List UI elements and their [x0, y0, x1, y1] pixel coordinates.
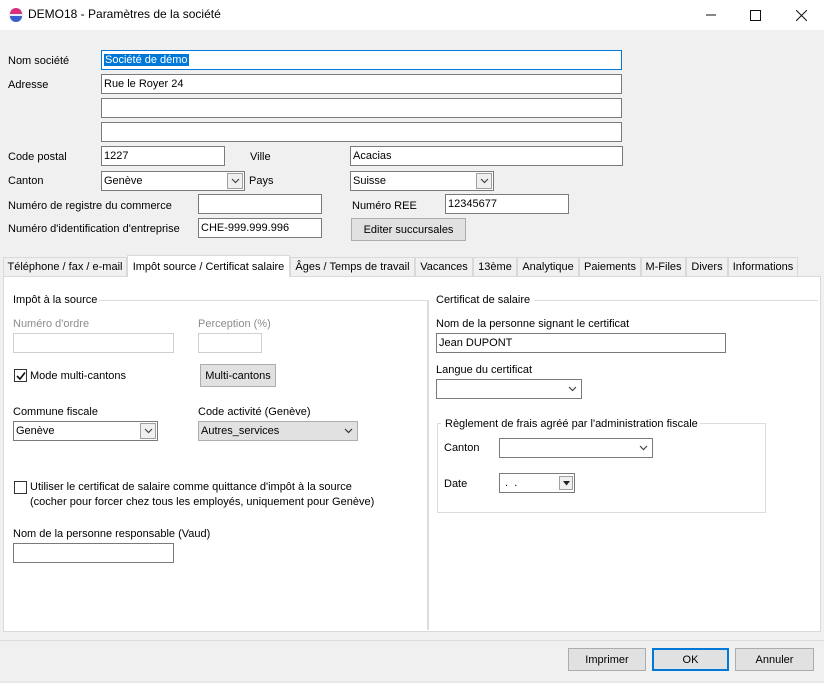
tab-vacances[interactable]: Vacances — [415, 257, 473, 276]
tab-impot-source[interactable]: Impôt source / Certificat salaire — [127, 255, 290, 277]
maximize-icon — [749, 9, 761, 21]
adresse-label: Adresse — [8, 79, 49, 91]
reglement-title: Règlement de frais agréé par l'administr… — [443, 417, 700, 431]
canton-label: Canton — [8, 175, 44, 187]
perception-input[interactable] — [198, 333, 262, 353]
ville-input[interactable]: Acacias — [350, 146, 623, 166]
responsable-input[interactable] — [13, 543, 174, 563]
reglement-canton-select[interactable] — [499, 438, 653, 458]
imprimer-button[interactable]: Imprimer — [568, 648, 646, 671]
close-button[interactable] — [778, 0, 824, 30]
commune-value: Genève — [16, 425, 55, 437]
tab-paiements[interactable]: Paiements — [579, 257, 641, 276]
annuler-button[interactable]: Annuler — [735, 648, 814, 671]
app-logo-icon — [8, 7, 24, 23]
registre-label: Numéro de registre du commerce — [8, 200, 172, 212]
minimize-icon — [706, 14, 716, 16]
code-postal-label: Code postal — [8, 151, 67, 163]
pays-select[interactable]: Suisse — [350, 171, 494, 191]
chevron-down-icon[interactable] — [340, 423, 356, 439]
code-activite-select[interactable]: Autres_services — [198, 421, 358, 441]
signataire-input[interactable]: Jean DUPONT — [436, 333, 726, 353]
date-picker[interactable]: . . — [499, 473, 575, 493]
tab-m-files[interactable]: M-Files — [641, 257, 686, 276]
title-bar: DEMO18 - Paramètres de la société — [0, 0, 824, 30]
group-divider — [428, 300, 429, 630]
commune-select[interactable]: Genève — [13, 421, 158, 441]
tab-13eme[interactable]: 13ème — [473, 257, 517, 276]
pays-value: Suisse — [353, 175, 387, 187]
dropdown-arrow-icon[interactable] — [559, 476, 573, 490]
reglement-canton-label: Canton — [444, 442, 480, 454]
group-divider — [534, 300, 818, 301]
adresse-line3-input[interactable] — [101, 122, 622, 142]
multi-cantons-button[interactable]: Multi-cantons — [200, 364, 276, 387]
numero-ordre-label: Numéro d'ordre — [13, 318, 90, 330]
responsable-label: Nom de la personne responsable (Vaud) — [13, 528, 211, 540]
date-label: Date — [444, 478, 468, 490]
code-activite-value: Autres_services — [201, 425, 280, 437]
ree-label: Numéro REE — [352, 200, 417, 212]
maximize-button[interactable] — [732, 0, 778, 30]
ide-input[interactable]: CHE-999.999.996 — [198, 218, 322, 238]
perception-label: Perception (%) — [198, 318, 271, 330]
certificat-quittance-checkbox[interactable] — [14, 481, 27, 494]
tab-ages[interactable]: Âges / Temps de travail — [290, 257, 415, 276]
code-activite-label: Code activité (Genève) — [198, 406, 311, 418]
tab-analytique[interactable]: Analytique — [517, 257, 579, 276]
impot-source-title: Impôt à la source — [11, 293, 100, 307]
certificat-quittance-label: Utiliser le certificat de salaire comme … — [30, 481, 352, 493]
tab-informations[interactable]: Informations — [728, 257, 798, 276]
nom-societe-input[interactable]: Société de démo — [101, 50, 622, 70]
chevron-down-icon[interactable] — [476, 173, 492, 189]
adresse-line2-input[interactable] — [101, 98, 622, 118]
close-icon — [795, 9, 807, 21]
chevron-down-icon[interactable] — [227, 173, 243, 189]
signataire-label: Nom de la personne signant le certificat — [436, 318, 630, 330]
nom-societe-label: Nom société — [8, 55, 70, 67]
pays-label: Pays — [249, 175, 274, 187]
ville-label: Ville — [250, 151, 271, 163]
registre-input[interactable] — [198, 194, 322, 214]
adresse-line1-input[interactable]: Rue le Royer 24 — [101, 74, 622, 94]
certificat-title: Certificat de salaire — [434, 293, 533, 307]
tab-divers[interactable]: Divers — [686, 257, 728, 276]
ree-input[interactable]: 12345677 — [445, 194, 569, 214]
minimize-button[interactable] — [688, 0, 734, 30]
tab-telephone[interactable]: Téléphone / fax / e-mail — [3, 257, 127, 276]
chevron-down-icon[interactable] — [140, 423, 156, 439]
canton-select[interactable]: Genève — [101, 171, 245, 191]
canton-value: Genève — [104, 175, 143, 187]
chevron-down-icon[interactable] — [564, 381, 580, 397]
multi-cantons-label: Mode multi-cantons — [30, 370, 126, 382]
group-divider — [96, 300, 428, 301]
ide-label: Numéro d'identification d'entreprise — [8, 223, 180, 235]
window-title: DEMO18 - Paramètres de la société — [28, 7, 221, 21]
multi-cantons-checkbox[interactable] — [14, 369, 27, 382]
langue-select[interactable] — [436, 379, 582, 399]
date-value: . . — [502, 477, 518, 489]
code-postal-input[interactable]: 1227 — [101, 146, 225, 166]
checkmark-icon — [15, 371, 26, 380]
editer-succursales-button[interactable]: Editer succursales — [351, 218, 466, 241]
nom-societe-value: Société de démo — [104, 54, 189, 66]
commune-label: Commune fiscale — [13, 406, 98, 418]
reglement-group — [437, 423, 766, 513]
certificat-quittance-note: (cocher pour forcer chez tous les employ… — [30, 496, 375, 508]
chevron-down-icon[interactable] — [635, 440, 651, 456]
langue-label: Langue du certificat — [436, 364, 533, 376]
numero-ordre-input[interactable] — [13, 333, 174, 353]
ok-button[interactable]: OK — [652, 648, 729, 671]
footer-separator — [0, 640, 824, 641]
